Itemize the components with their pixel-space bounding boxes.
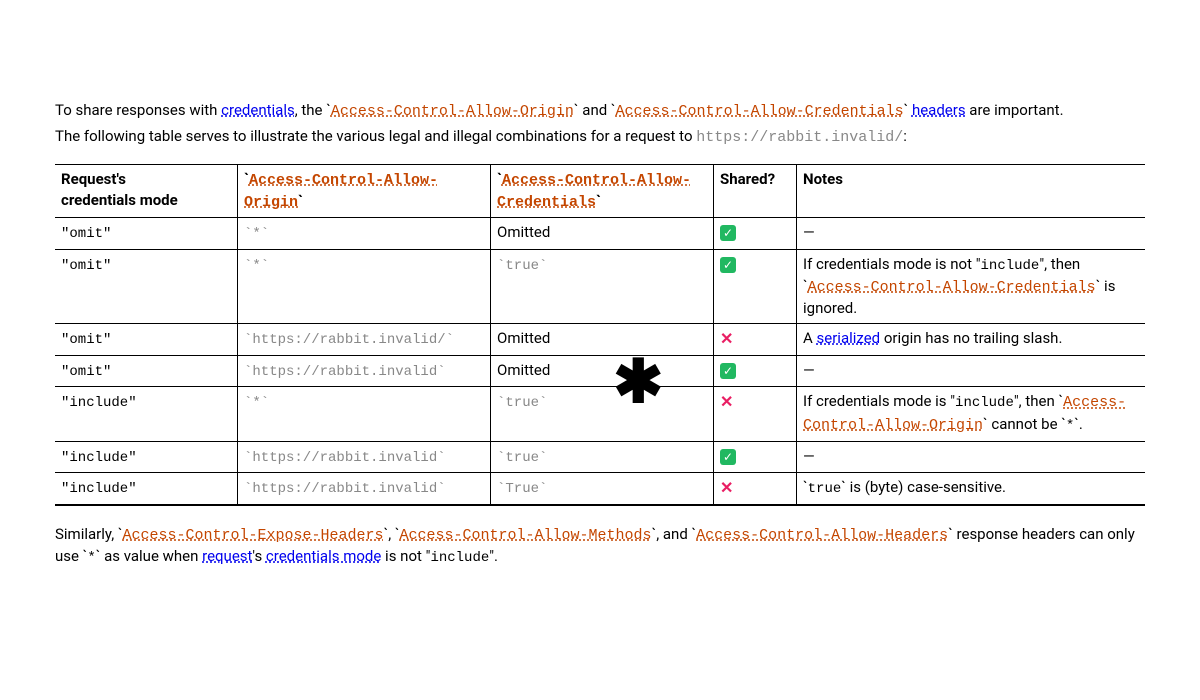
table-row: "include"`https://rabbit.invalid``true` ✓… xyxy=(55,441,1145,473)
cell-shared: ✓ xyxy=(714,355,797,387)
col-header-mode-text: credentials mode xyxy=(61,191,178,209)
cell-notes: — xyxy=(797,355,1146,387)
cell-shared: ✓ xyxy=(714,218,797,250)
table-row: "omit"`*`Omitted ✓ — xyxy=(55,218,1145,250)
cross-icon: ✕ xyxy=(720,392,733,411)
cell-notes: If credentials mode is "include", then `… xyxy=(797,387,1146,441)
intro-text: To share responses with xyxy=(55,101,221,119)
cell-credentials: Omitted xyxy=(491,218,714,250)
cell-mode: "omit" xyxy=(55,249,238,324)
cell-credentials: Omitted xyxy=(491,324,714,356)
cell-shared: ✓ xyxy=(714,441,797,473)
check-icon: ✓ xyxy=(720,363,736,379)
table-row: "include"`*``true` ✕ If credentials mode i… xyxy=(55,387,1145,441)
cell-credentials: `true` xyxy=(491,441,714,473)
cell-origin: `https://rabbit.invalid` xyxy=(238,441,491,473)
cell-notes: If credentials mode is not "include", th… xyxy=(797,249,1146,324)
cell-notes: — xyxy=(797,218,1146,250)
cell-credentials: `true` xyxy=(491,249,714,324)
table-row: "include"`https://rabbit.invalid``True` ✕… xyxy=(55,473,1145,505)
check-icon: ✓ xyxy=(720,225,736,241)
table-row: "omit"`https://rabbit.invalid/`Omitted ✕ A… xyxy=(55,324,1145,356)
cross-icon: ✕ xyxy=(720,329,733,348)
aceh-header-link[interactable]: Access-Control-Expose-Headers xyxy=(123,527,384,544)
check-icon: ✓ xyxy=(720,257,736,273)
example-url: https://rabbit.invalid/ xyxy=(696,129,903,146)
cell-mode: "omit" xyxy=(55,355,238,387)
table-body: "omit"`*`Omitted✓—"omit"`*``true`✓If cre… xyxy=(55,218,1145,505)
col-header-notes: Notes xyxy=(797,165,1146,218)
outro-text: Similarly, ` xyxy=(55,525,123,543)
acac-header-link[interactable]: Access-Control-Allow-Credentials xyxy=(616,103,904,120)
outro-text: is not " xyxy=(381,547,430,565)
outro-text: ` as value when xyxy=(96,547,202,565)
acam-header-link[interactable]: Access-Control-Allow-Methods xyxy=(400,527,652,544)
cell-origin: `https://rabbit.invalid` xyxy=(238,355,491,387)
outro-text: `, ` xyxy=(384,525,400,543)
cell-mode: "include" xyxy=(55,387,238,441)
outro-text: `, and ` xyxy=(652,525,697,543)
credentials-link[interactable]: credentials xyxy=(221,101,295,119)
cell-shared: ✕ xyxy=(714,387,797,441)
credentials-mode-link[interactable]: credentials mode xyxy=(266,547,381,565)
intro-text: , the ` xyxy=(295,101,331,119)
cell-mode: "include" xyxy=(55,441,238,473)
cell-credentials: `true` xyxy=(491,387,714,441)
cell-shared: ✓ xyxy=(714,249,797,324)
cross-icon: ✕ xyxy=(720,478,733,497)
cell-origin: `*` xyxy=(238,387,491,441)
outro-include: include xyxy=(430,550,489,566)
acac-header-link[interactable]: Access-Control-Allow-Credentials xyxy=(497,172,691,211)
cell-mode: "omit" xyxy=(55,218,238,250)
col-header-mode-text: Request's xyxy=(61,170,126,188)
intro-text: ` and ` xyxy=(574,101,616,119)
intro-text: The following table serves to illustrate… xyxy=(55,127,696,145)
acao-header-link[interactable]: Access-Control-Allow-Origin xyxy=(244,172,438,211)
headers-link[interactable]: headers xyxy=(912,101,966,119)
cell-mode: "include" xyxy=(55,473,238,505)
col-header-mode: Request's credentials mode xyxy=(55,165,238,218)
acao-header-link[interactable]: Access-Control-Allow-Origin xyxy=(331,103,574,120)
serialized-link[interactable]: serialized xyxy=(817,329,881,347)
table-header-row: Request's credentials mode `Access-Contr… xyxy=(55,165,1145,218)
cell-notes: — xyxy=(797,441,1146,473)
acah-header-link[interactable]: Access-Control-Allow-Headers xyxy=(696,527,948,544)
intro-text: ` xyxy=(904,101,912,119)
intro-paragraph-1: To share responses with credentials, the… xyxy=(55,100,1145,122)
table-row: "omit"`https://rabbit.invalid`Omitted ✓ — xyxy=(55,355,1145,387)
outro-text: 's xyxy=(252,547,266,565)
intro-text: : xyxy=(903,127,907,145)
cell-origin: `https://rabbit.invalid` xyxy=(238,473,491,505)
col-header-origin: `Access-Control-Allow-Origin` xyxy=(238,165,491,218)
cell-origin: `*` xyxy=(238,249,491,324)
cell-shared: ✕ xyxy=(714,473,797,505)
cell-shared: ✕ xyxy=(714,324,797,356)
intro-text: are important. xyxy=(966,101,1064,119)
acac-header-link[interactable]: Access-Control-Allow-Credentials xyxy=(808,279,1096,296)
cell-notes: `true` is (byte) case-sensitive. xyxy=(797,473,1146,505)
col-header-shared: Shared? xyxy=(714,165,797,218)
outro-paragraph: Similarly, `Access-Control-Expose-Header… xyxy=(55,524,1145,569)
cors-combinations-table: Request's credentials mode `Access-Contr… xyxy=(55,164,1145,506)
cell-credentials: `True` xyxy=(491,473,714,505)
table-row: "omit"`*``true` ✓ If credentials mode is n… xyxy=(55,249,1145,324)
outro-text: ". xyxy=(489,547,498,565)
cell-origin: `https://rabbit.invalid/` xyxy=(238,324,491,356)
intro-paragraph-2: The following table serves to illustrate… xyxy=(55,126,1145,148)
cell-notes: A serialized origin has no trailing slas… xyxy=(797,324,1146,356)
check-icon: ✓ xyxy=(720,449,736,465)
col-header-credentials: `Access-Control-Allow-Credentials` xyxy=(491,165,714,218)
cell-credentials: Omitted xyxy=(491,355,714,387)
request-link[interactable]: request xyxy=(202,547,252,565)
outro-star: * xyxy=(87,550,95,566)
cell-mode: "omit" xyxy=(55,324,238,356)
cell-origin: `*` xyxy=(238,218,491,250)
